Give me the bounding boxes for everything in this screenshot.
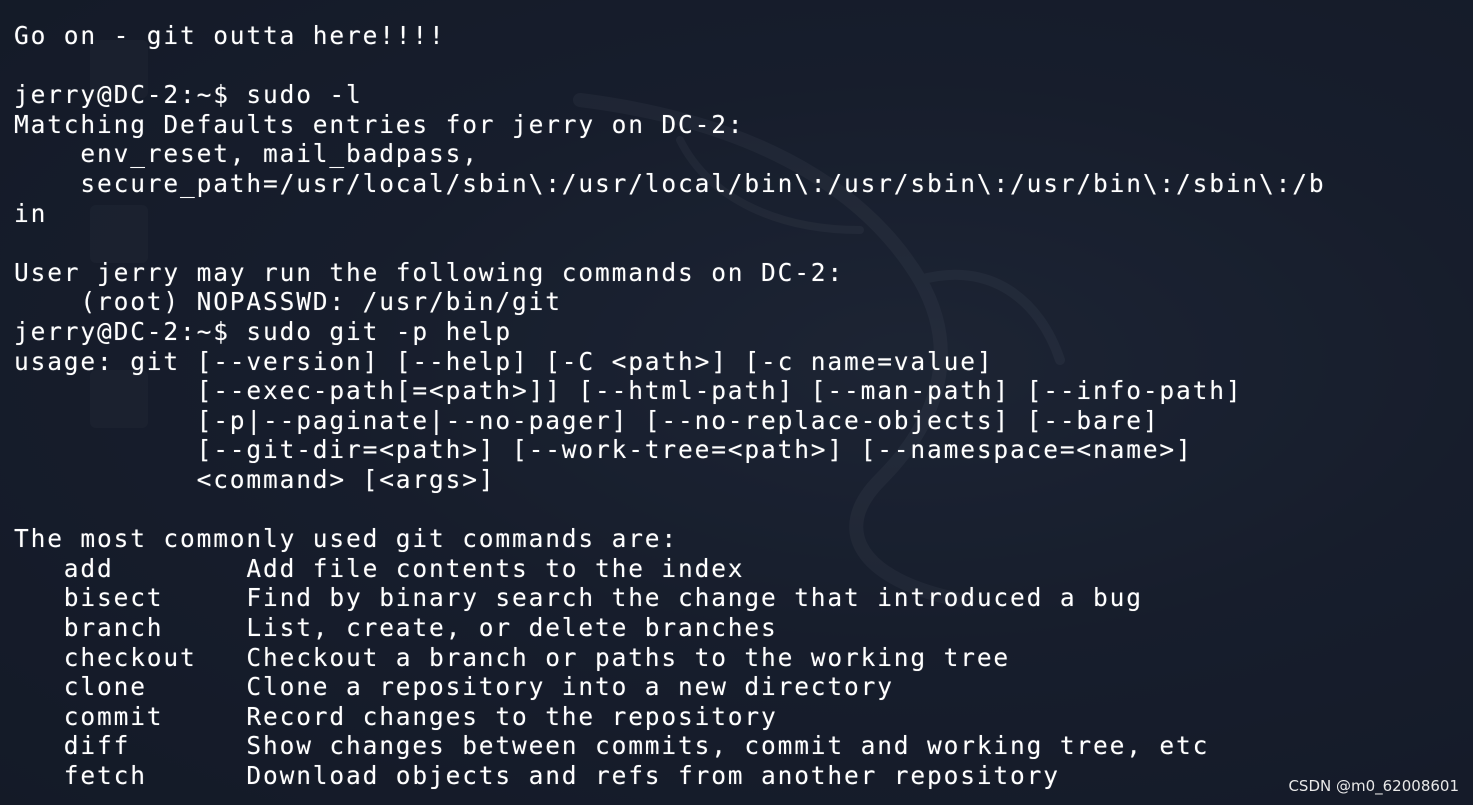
terminal-window[interactable]: Go on - git outta here!!!! jerry@DC-2:~$… [0, 0, 1473, 805]
terminal-line: commit Record changes to the repository [14, 701, 778, 731]
terminal-line: in [14, 198, 48, 228]
terminal-line: Matching Defaults entries for jerry on D… [14, 109, 745, 139]
terminal-line: diff Show changes between commits, commi… [14, 731, 1210, 761]
terminal-line: branch List, create, or delete branches [14, 613, 778, 642]
terminal-line: jerry@DC-2:~$ sudo -l [14, 80, 363, 110]
terminal-line: clone Clone a repository into a new dire… [14, 672, 894, 702]
terminal-line: jerry@DC-2:~$ sudo git -p help [14, 317, 513, 346]
terminal-line: [--git-dir=<path>] [--work-tree=<path>] … [14, 435, 1193, 465]
desktop-background: Go on - git outta here!!!! jerry@DC-2:~$… [0, 0, 1473, 805]
terminal-line: usage: git [--version] [--help] [-C <pat… [14, 346, 994, 376]
terminal-line: bisect Find by binary search the change … [14, 583, 1143, 613]
terminal-line: The most commonly used git commands are: [14, 524, 679, 554]
terminal-line: env_reset, mail_badpass, [14, 139, 479, 169]
terminal-line: secure_path=/usr/local/sbin\:/usr/local/… [14, 169, 1326, 198]
terminal-line: Go on - git outta here!!!! [14, 21, 446, 50]
terminal-line: fetch Download objects and refs from ano… [14, 761, 1060, 790]
terminal-line: [-p|--paginate|--no-pager] [--no-replace… [14, 405, 1160, 435]
terminal-line: User jerry may run the following command… [14, 257, 845, 287]
terminal-line: checkout Checkout a branch or paths to t… [14, 642, 1011, 672]
terminal-line: [--exec-path[=<path>]] [--html-path] [--… [14, 376, 1243, 406]
terminal-line: add Add file contents to the index [14, 553, 745, 583]
csdn-watermark: CSDN @m0_62008601 [1288, 777, 1459, 795]
terminal-line: <command> [<args>] [14, 465, 496, 494]
terminal-line: (root) NOPASSWD: /usr/bin/git [14, 287, 562, 317]
